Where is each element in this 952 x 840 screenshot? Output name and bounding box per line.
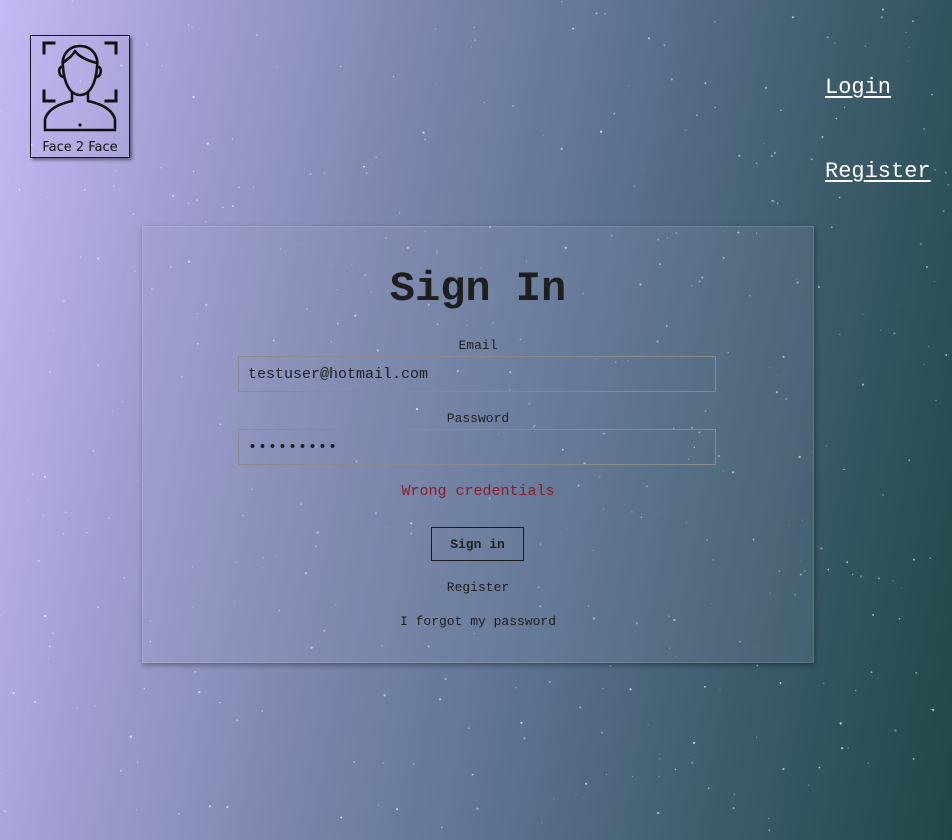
nav-login-link[interactable]: Login (825, 75, 891, 100)
email-label: Email (458, 338, 498, 353)
email-field[interactable] (238, 356, 716, 392)
signin-card: Sign In Email Password Wrong credentials… (142, 226, 814, 663)
face-scan-icon (42, 41, 118, 132)
logo[interactable]: Face 2 Face (30, 35, 130, 158)
nav-register-link[interactable]: Register (825, 159, 931, 184)
page-title: Sign In (389, 265, 567, 313)
password-label: Password (446, 411, 510, 426)
register-link[interactable]: Register (143, 580, 813, 595)
signin-button[interactable]: Sign in (431, 527, 524, 561)
forgot-password-link[interactable]: I forgot my password (143, 614, 813, 629)
logo-text: Face 2 Face (42, 140, 118, 155)
password-field[interactable] (238, 429, 716, 465)
error-message: Wrong credentials (401, 483, 555, 500)
